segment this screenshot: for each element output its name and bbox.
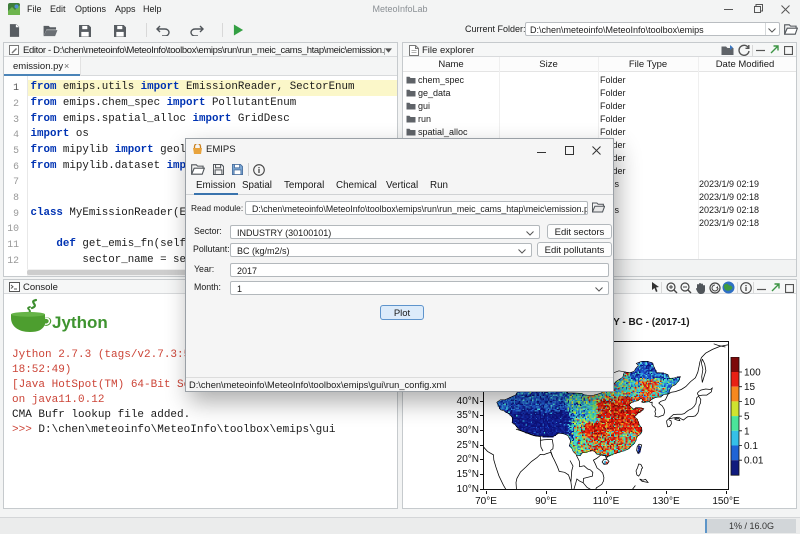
svg-text:15: 15 [744, 382, 756, 393]
svg-text:0.01: 0.01 [744, 456, 764, 467]
svg-text:10: 10 [744, 397, 756, 408]
svg-text:100: 100 [744, 368, 761, 379]
svg-text:Jython: Jython [52, 313, 108, 332]
svg-text:5: 5 [744, 412, 750, 423]
svg-text:0.1: 0.1 [744, 441, 758, 452]
svg-text:1: 1 [744, 426, 750, 437]
